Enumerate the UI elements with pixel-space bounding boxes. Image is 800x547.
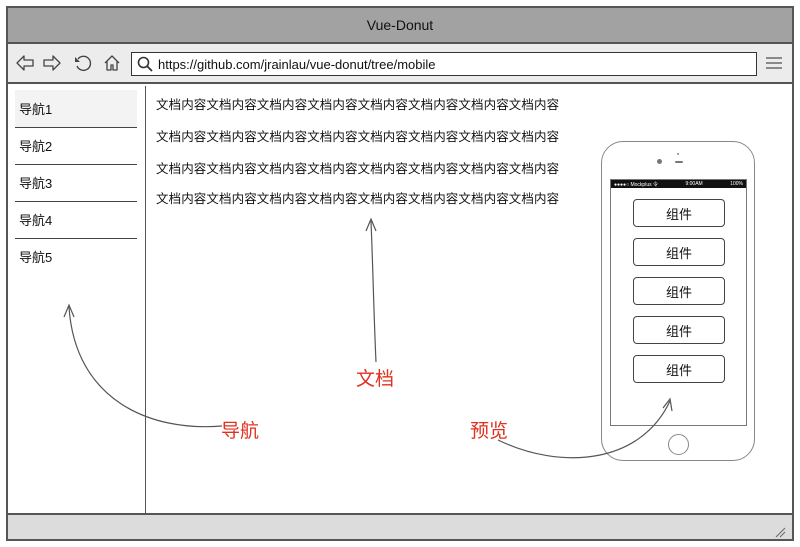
phone-camera	[677, 153, 679, 155]
sidebar-item-label: 导航4	[19, 213, 53, 228]
phone-carrier: ●●●●○ Mockplus 令	[614, 181, 658, 188]
sidebar-item-nav5[interactable]: 导航5	[15, 238, 137, 275]
annotation-nav-label: 导航	[221, 421, 260, 442]
forward-icon[interactable]	[41, 52, 63, 74]
document-text-line: 文档内容文档内容文档内容文档内容文档内容文档内容文档内容文档内容	[156, 162, 560, 176]
phone-speaker	[675, 161, 683, 163]
sidebar: 导航1 导航2 导航3 导航4 导航5	[8, 86, 146, 513]
document-text-line: 文档内容文档内容文档内容文档内容文档内容文档内容文档内容文档内容	[156, 98, 560, 112]
browser-toolbar: https://github.com/jrainlau/vue-donut/tr…	[8, 44, 792, 84]
sidebar-item-label: 导航3	[19, 176, 53, 191]
annotation-doc-label: 文档	[356, 369, 395, 390]
sidebar-item-label: 导航2	[19, 139, 53, 154]
document-text-line: 文档内容文档内容文档内容文档内容文档内容文档内容文档内容文档内容	[156, 192, 560, 206]
sidebar-item-label: 导航1	[19, 102, 53, 117]
browser-window: Vue-Donut https://github.com/jrainlau/vu…	[6, 6, 794, 541]
document-text-line: 文档内容文档内容文档内容文档内容文档内容文档内容文档内容文档内容	[156, 130, 560, 144]
reload-icon[interactable]	[72, 52, 94, 74]
search-icon	[132, 53, 158, 75]
back-icon[interactable]	[14, 52, 36, 74]
phone-status-bar: ●●●●○ Mockplus 令 9:00AM 100%	[611, 180, 746, 188]
hamburger-menu-icon[interactable]	[765, 54, 783, 72]
sidebar-item-nav3[interactable]: 导航3	[15, 164, 137, 201]
sidebar-item-nav1[interactable]: 导航1	[15, 90, 137, 127]
phone-screen: ●●●●○ Mockplus 令 9:00AM 100% 组件 组件 组件 组件…	[610, 179, 747, 426]
url-text[interactable]: https://github.com/jrainlau/vue-donut/tr…	[158, 57, 436, 72]
component-button[interactable]: 组件	[633, 199, 725, 227]
page-content: 导航1 导航2 导航3 导航4 导航5 文档内容文档内容文档内容文档内容文档内容…	[8, 86, 792, 513]
phone-battery: 100%	[730, 181, 743, 187]
sidebar-item-nav2[interactable]: 导航2	[15, 127, 137, 164]
phone-preview: ●●●●○ Mockplus 令 9:00AM 100% 组件 组件 组件 组件…	[601, 141, 755, 461]
phone-time: 9:00AM	[685, 181, 703, 187]
sidebar-item-nav4[interactable]: 导航4	[15, 201, 137, 238]
resize-grip-icon[interactable]	[774, 525, 786, 538]
url-bar[interactable]: https://github.com/jrainlau/vue-donut/tr…	[131, 52, 757, 76]
window-titlebar: Vue-Donut	[8, 8, 792, 44]
sidebar-item-label: 导航5	[19, 250, 53, 265]
component-button[interactable]: 组件	[633, 238, 725, 266]
phone-home-button[interactable]	[668, 434, 689, 455]
home-icon[interactable]	[101, 52, 123, 74]
window-statusbar	[8, 513, 792, 539]
phone-front-sensor	[657, 159, 662, 164]
window-title: Vue-Donut	[366, 17, 434, 33]
component-button[interactable]: 组件	[633, 355, 725, 383]
component-button[interactable]: 组件	[633, 316, 725, 344]
component-button[interactable]: 组件	[633, 277, 725, 305]
annotation-preview-label: 预览	[470, 421, 509, 442]
